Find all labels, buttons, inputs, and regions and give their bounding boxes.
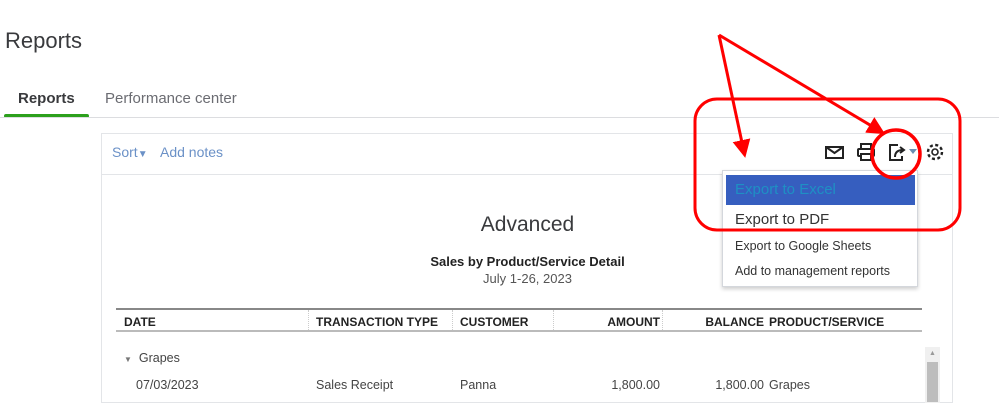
column-separator bbox=[308, 310, 309, 330]
page-title: Reports bbox=[5, 28, 83, 53]
column-separator bbox=[662, 310, 663, 330]
column-header-amount[interactable]: AMOUNT bbox=[560, 315, 660, 329]
menu-item-add-management-reports[interactable]: Add to management reports bbox=[726, 264, 915, 278]
cell-date: 07/03/2023 bbox=[136, 378, 199, 392]
group-row-grapes[interactable]: ▼ Grapes bbox=[124, 351, 180, 365]
email-icon[interactable] bbox=[824, 142, 846, 162]
settings-icon[interactable] bbox=[924, 142, 946, 162]
column-header-date[interactable]: DATE bbox=[124, 315, 156, 329]
tab-performance-center[interactable]: Performance center bbox=[105, 90, 237, 107]
menu-item-export-google-sheets[interactable]: Export to Google Sheets bbox=[726, 239, 915, 253]
menu-item-export-pdf[interactable]: Export to PDF bbox=[726, 210, 915, 230]
column-header-product-service[interactable]: PRODUCT/SERVICE bbox=[769, 315, 884, 329]
scroll-up-icon[interactable]: ▲ bbox=[925, 350, 940, 357]
cell-transaction-type[interactable]: Sales Receipt bbox=[316, 378, 393, 392]
column-header-transaction-type[interactable]: TRANSACTION TYPE bbox=[316, 315, 438, 329]
cell-amount: 1,800.00 bbox=[611, 378, 660, 392]
menu-item-export-excel[interactable]: Export to Excel bbox=[726, 175, 915, 205]
column-separator bbox=[553, 310, 554, 330]
add-notes-button[interactable]: Add notes bbox=[160, 144, 223, 160]
cell-balance: 1,800.00 bbox=[715, 378, 764, 392]
column-separator bbox=[452, 310, 453, 330]
tab-reports[interactable]: Reports bbox=[18, 90, 75, 107]
print-icon[interactable] bbox=[855, 142, 877, 162]
scrollbar-thumb[interactable] bbox=[927, 362, 938, 402]
collapse-caret-icon[interactable]: ▼ bbox=[124, 355, 132, 364]
caret-down-icon: ▼ bbox=[137, 149, 148, 160]
group-label: Grapes bbox=[138, 351, 180, 365]
sort-button[interactable]: Sort▼ bbox=[112, 144, 148, 160]
cell-product: Grapes bbox=[769, 378, 810, 392]
column-header-balance[interactable]: BALANCE bbox=[664, 315, 764, 329]
cell-customer: Panna bbox=[460, 378, 497, 392]
column-header-customer[interactable]: CUSTOMER bbox=[460, 315, 528, 329]
tabs-divider bbox=[0, 117, 999, 118]
sort-label: Sort bbox=[112, 144, 138, 160]
export-icon[interactable] bbox=[886, 142, 920, 162]
